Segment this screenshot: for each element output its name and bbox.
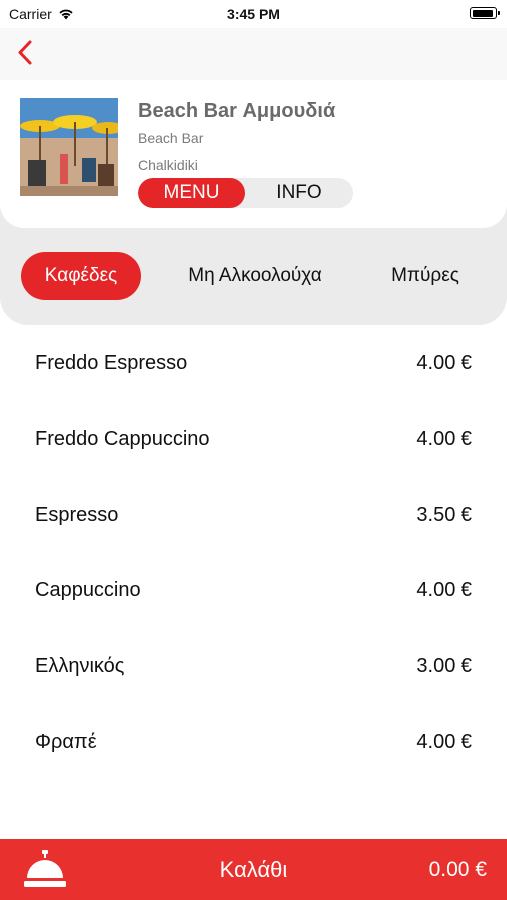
venue-location: Chalkidiki — [138, 157, 198, 173]
navigation-bar — [0, 28, 507, 80]
cart-total: 0.00 € — [428, 858, 487, 881]
menu-item[interactable]: Freddo Espresso 4.00 € — [0, 343, 507, 383]
menu-item-name: Ελληνικός — [35, 654, 125, 677]
menu-item-price: 3.50 € — [416, 503, 472, 526]
menu-item-price: 4.00 € — [416, 730, 472, 753]
menu-item-name: Cappuccino — [35, 578, 141, 601]
category-tab-beers[interactable]: Μπύρες — [380, 252, 470, 300]
menu-item[interactable]: Freddo Cappuccino 4.00 € — [0, 419, 507, 459]
menu-item-price: 4.00 € — [416, 578, 472, 601]
venue-header: Beach Bar Αμμουδιά Beach Bar Chalkidiki … — [0, 80, 507, 228]
menu-info-toggle: MENU INFO — [138, 178, 353, 208]
info-tab[interactable]: INFO — [245, 178, 353, 208]
status-bar: Carrier 3:45 PM — [0, 0, 507, 28]
menu-item[interactable]: Espresso 3.50 € — [0, 495, 507, 535]
menu-tab[interactable]: MENU — [138, 178, 245, 208]
menu-item-name: Espresso — [35, 503, 119, 526]
venue-name: Beach Bar Αμμουδιά — [138, 100, 336, 122]
menu-item-price: 3.00 € — [416, 654, 472, 677]
menu-item-name: Freddo Espresso — [35, 351, 188, 374]
menu-item-name: Freddo Cappuccino — [35, 427, 210, 450]
venue-type: Beach Bar — [138, 130, 204, 146]
category-tab-soft-drinks[interactable]: Μη Αλκοολούχα — [170, 252, 340, 300]
chevron-left-icon — [18, 40, 32, 65]
menu-item-price: 4.00 € — [416, 351, 472, 374]
venue-photo — [20, 98, 118, 196]
menu-item[interactable]: Ελληνικός 3.00 € — [0, 646, 507, 686]
menu-item[interactable]: Φραπέ 4.00 € — [0, 722, 507, 762]
menu-item-price: 4.00 € — [416, 427, 472, 450]
menu-item-name: Φραπέ — [35, 730, 97, 753]
menu-item[interactable]: Cappuccino 4.00 € — [0, 570, 507, 610]
back-button[interactable] — [12, 38, 42, 68]
battery-icon — [470, 7, 500, 19]
cart-bar[interactable]: Καλάθι 0.00 € — [0, 839, 507, 900]
category-tab-coffees[interactable]: Καφέδες — [21, 252, 141, 300]
status-time: 3:45 PM — [227, 6, 280, 22]
